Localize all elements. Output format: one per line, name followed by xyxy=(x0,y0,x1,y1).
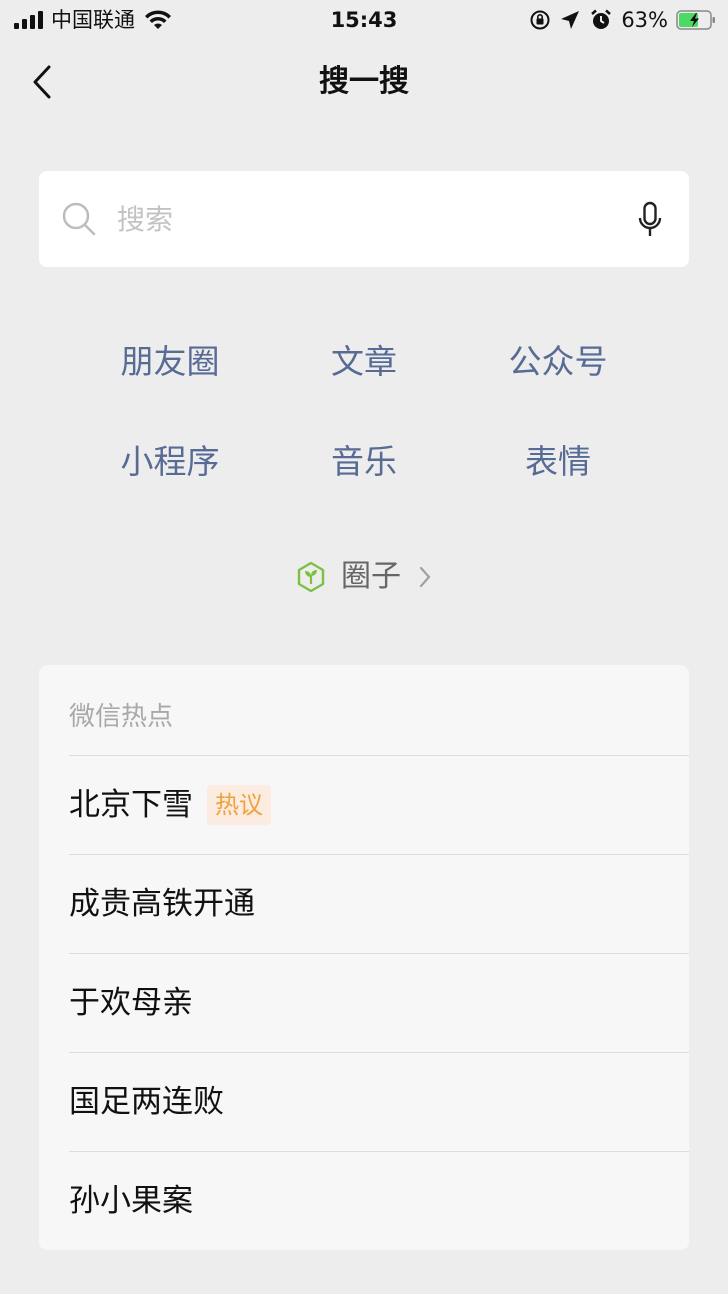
hot-topic-text: 国足两连败 xyxy=(69,1084,224,1120)
hot-topic-text: 孙小果案 xyxy=(69,1183,193,1219)
battery-percent: 63% xyxy=(621,8,668,32)
hot-topic-text: 于欢母亲 xyxy=(69,985,193,1021)
hot-badge: 热议 xyxy=(207,785,271,825)
location-arrow-icon xyxy=(561,11,580,29)
status-bar: 中国联通 15:43 63% xyxy=(0,0,728,40)
category-moments[interactable]: 朋友圈 xyxy=(73,330,267,430)
list-item[interactable]: 成贵高铁开通 xyxy=(69,854,689,953)
category-official-accounts[interactable]: 公众号 xyxy=(461,330,655,430)
category-stickers[interactable]: 表情 xyxy=(461,430,655,530)
hot-topics-header: 微信热点 xyxy=(69,702,174,732)
orientation-lock-icon xyxy=(530,10,550,30)
category-mini-programs[interactable]: 小程序 xyxy=(73,430,267,530)
microphone-icon[interactable] xyxy=(637,201,663,239)
list-item[interactable]: 于欢母亲 xyxy=(69,953,689,1052)
hot-topics-list: 北京下雪 热议 成贵高铁开通 于欢母亲 国足两连败 孙小果案 xyxy=(69,755,689,1250)
status-right: 63% xyxy=(529,6,716,34)
list-item[interactable]: 孙小果案 xyxy=(69,1151,689,1250)
hot-topic-text: 北京下雪 xyxy=(69,787,193,823)
nav-bar: 搜一搜 xyxy=(0,40,728,124)
battery-charging-icon xyxy=(676,10,715,30)
list-item[interactable]: 国足两连败 xyxy=(69,1052,689,1151)
list-item[interactable]: 北京下雪 热议 xyxy=(69,755,689,854)
hot-topics-panel: 微信热点 北京下雪 热议 成贵高铁开通 于欢母亲 国足两连败 孙小果案 xyxy=(39,665,689,1250)
circle-label: 圈子 xyxy=(341,559,401,594)
category-articles[interactable]: 文章 xyxy=(267,330,461,430)
search-input[interactable] xyxy=(117,195,617,243)
page-title: 搜一搜 xyxy=(319,64,409,99)
circle-entry[interactable]: 圈子 xyxy=(0,552,728,602)
cube-sprout-icon xyxy=(297,561,325,593)
alarm-icon xyxy=(591,9,612,29)
hot-topic-text: 成贵高铁开通 xyxy=(69,886,255,922)
category-grid: 朋友圈 文章 公众号 小程序 音乐 表情 xyxy=(73,330,655,530)
search-bar[interactable] xyxy=(39,171,689,267)
chevron-right-icon xyxy=(419,566,431,588)
category-music[interactable]: 音乐 xyxy=(267,430,461,530)
search-icon xyxy=(62,202,96,236)
